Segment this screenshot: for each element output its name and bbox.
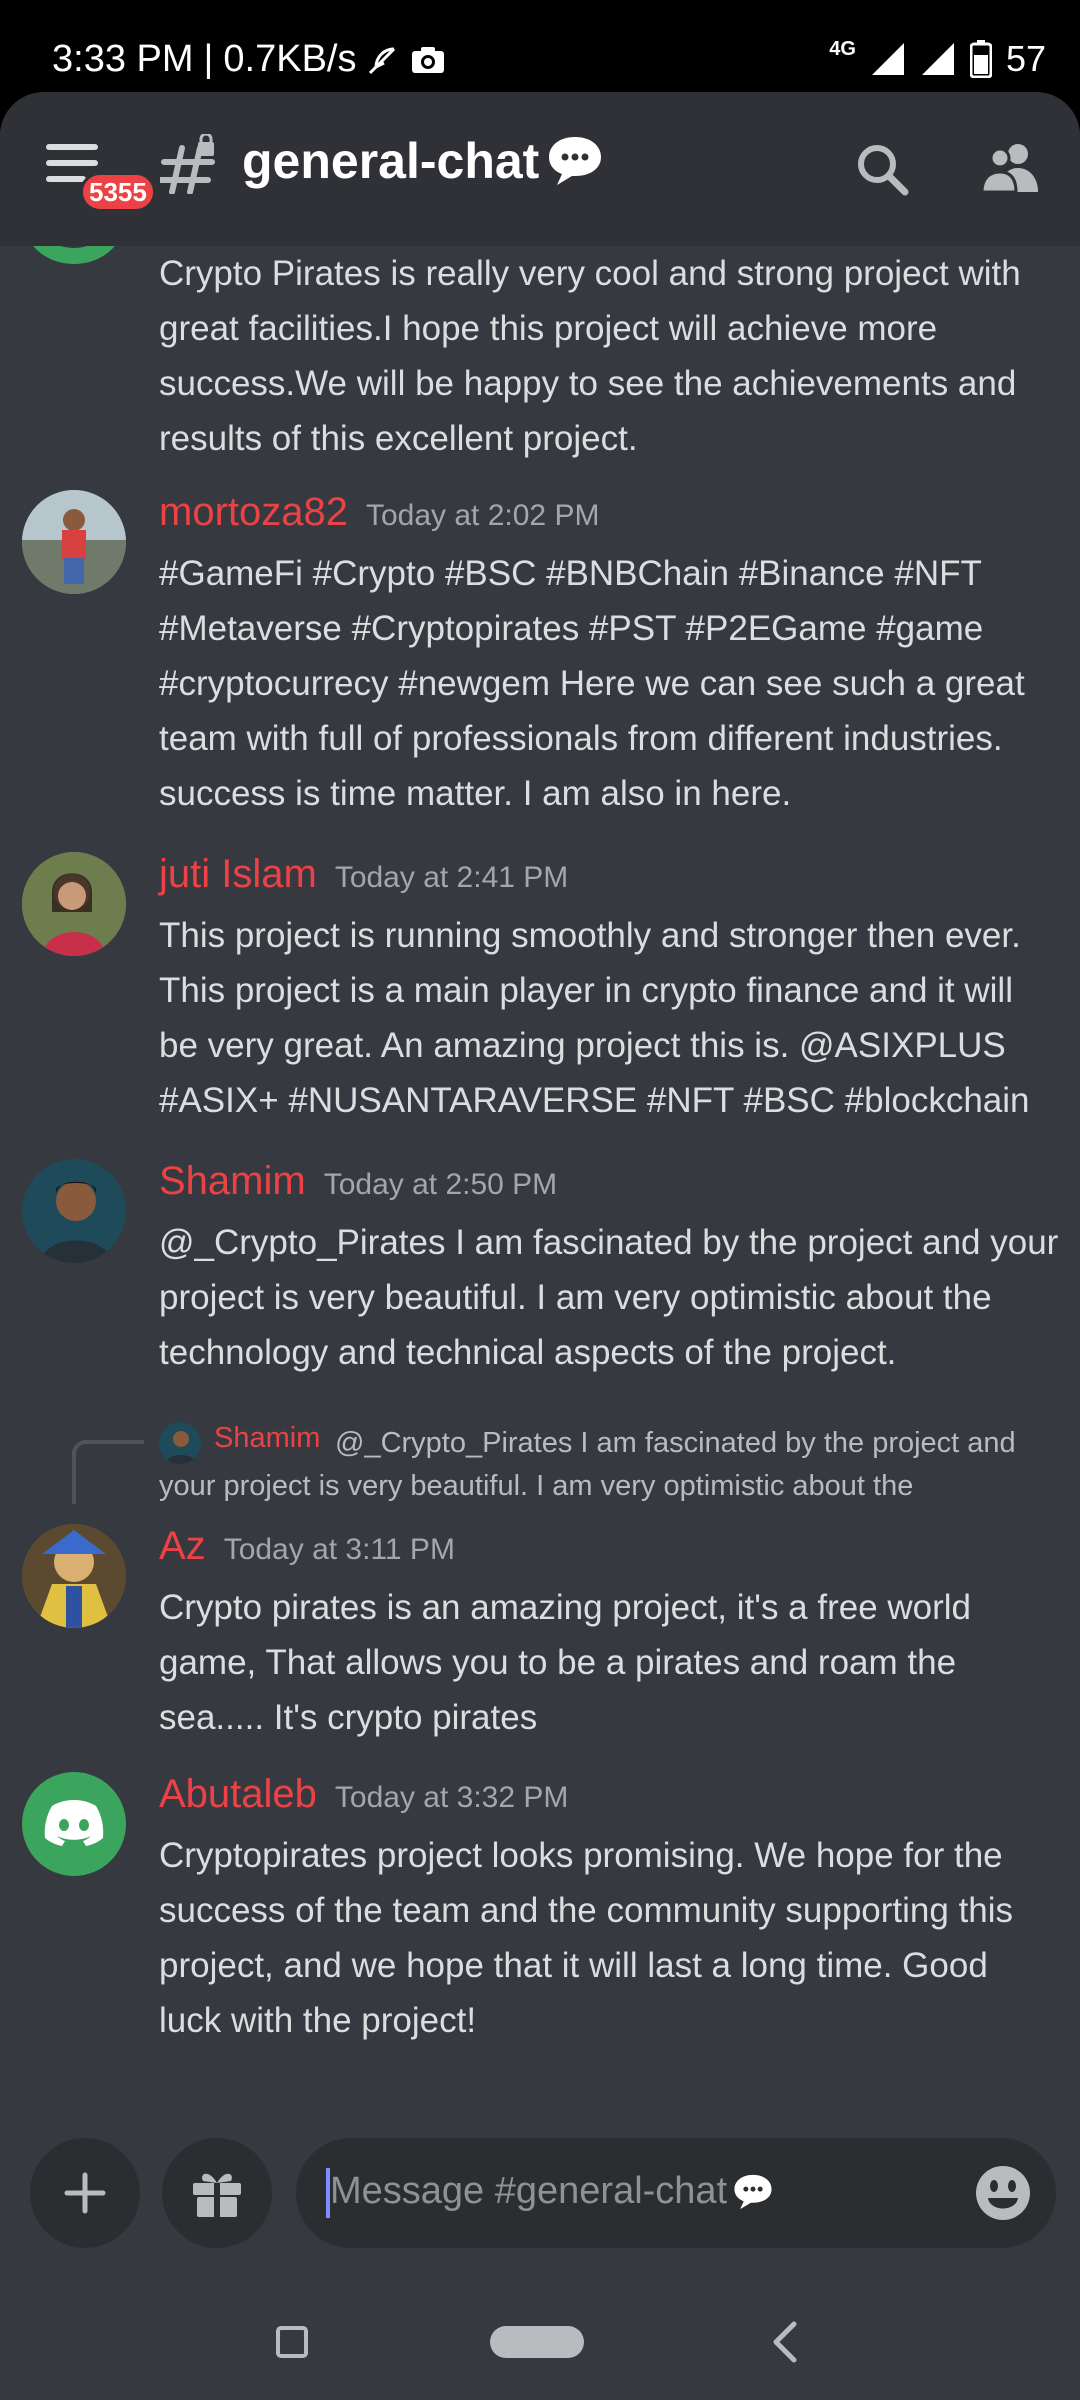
avatar[interactable] (22, 246, 126, 290)
recent-apps-button[interactable] (276, 2326, 308, 2358)
reply-avatar (159, 1422, 201, 1464)
status-separator: | (203, 38, 214, 80)
status-right: 4G 57 (829, 38, 1046, 80)
speech-bubble-icon (734, 2174, 772, 2209)
placeholder-text: Message #general-chat (330, 2170, 728, 2212)
message-header: mortoza82 Today at 2:02 PM (159, 490, 599, 535)
emoji-icon[interactable] (974, 2164, 1032, 2222)
message-input[interactable]: Message #general-chat (296, 2138, 1056, 2248)
message-list[interactable]: Crypto Pirates is really very cool and s… (0, 246, 1080, 2116)
signal-icon-1 (871, 43, 904, 75)
message-timestamp: Today at 2:50 PM (323, 1168, 558, 1201)
message-input-placeholder: Message #general-chat (330, 2170, 775, 2213)
battery-icon (969, 40, 992, 78)
channel-title: general-chat (242, 132, 605, 190)
search-icon[interactable] (855, 142, 911, 198)
avatar[interactable] (22, 1772, 126, 1876)
message-text: Cryptopirates project looks promising. W… (159, 1836, 1014, 2040)
message-header: Abutaleb Today at 3:32 PM (159, 1772, 568, 1817)
message-timestamp: Today at 3:32 PM (334, 1781, 569, 1814)
channel-name: general-chat (242, 133, 540, 189)
message-text: #GameFi #Crypto #BSC #BNBChain #Binance … (159, 554, 1025, 813)
discord-logo-icon (44, 1800, 104, 1846)
gift-button[interactable] (162, 2138, 272, 2248)
system-nav-bar (0, 2260, 1080, 2400)
author-name[interactable]: mortoza82 (159, 490, 348, 535)
battery-level: 57 (1005, 38, 1046, 79)
plus-icon (64, 2172, 106, 2214)
status-network-speed: 0.7KB/s (223, 38, 357, 80)
app-window: 5355 general-chat Crypto Pirates is real… (0, 92, 1080, 2400)
avatar[interactable] (22, 852, 126, 956)
message-timestamp: Today at 2:02 PM (365, 499, 600, 532)
message-header: juti Islam Today at 2:41 PM (159, 852, 568, 897)
locked-channel-hash-icon (160, 134, 215, 194)
feather-icon (369, 47, 396, 74)
reply-author: Shamim (214, 1422, 321, 1454)
speech-bubble-icon (549, 137, 602, 185)
author-name[interactable]: Shamim (159, 1159, 306, 1204)
gift-icon (193, 2173, 241, 2217)
message-text: @_Crypto_Pirates I am fascinated by the … (159, 1223, 1059, 1372)
signal-icon-2 (921, 43, 954, 75)
channel-header: 5355 general-chat (0, 92, 1080, 246)
home-button[interactable] (490, 2326, 584, 2358)
network-type: 4G (829, 38, 856, 60)
message-text: Crypto Pirates is really very cool and s… (159, 254, 1021, 458)
members-icon[interactable] (980, 140, 1040, 196)
message-timestamp: Today at 2:41 PM (334, 861, 569, 894)
notification-badge: 5355 (80, 172, 156, 212)
back-icon[interactable] (766, 2318, 806, 2366)
message-text: This project is running smoothly and str… (159, 916, 1030, 1120)
status-bar: 3:33 PM | 0.7KB/s 4G 57 (0, 0, 1080, 100)
status-time: 3:33 PM (52, 38, 194, 80)
reply-connector (72, 1440, 144, 1504)
message-header: Az Today at 3:11 PM (159, 1524, 455, 1569)
author-name[interactable]: Abutaleb (159, 1772, 317, 1817)
message-composer: Message #general-chat (0, 2116, 1080, 2260)
add-attachment-button[interactable] (30, 2138, 140, 2248)
author-name[interactable]: Az (159, 1524, 206, 1569)
status-left: 3:33 PM | 0.7KB/s (52, 38, 446, 81)
avatar[interactable] (22, 490, 126, 594)
message-header: Shamim Today at 2:50 PM (159, 1159, 557, 1204)
author-name[interactable]: juti Islam (159, 852, 317, 897)
message-text: Crypto pirates is an amazing project, it… (159, 1588, 972, 1737)
message-timestamp: Today at 3:11 PM (223, 1533, 455, 1566)
camera-icon (412, 46, 445, 73)
avatar[interactable] (22, 1159, 126, 1263)
reply-preview[interactable]: @_Crypto_Pirates I am fascinated by the … (0, 1410, 1080, 1520)
avatar[interactable] (22, 1524, 126, 1628)
